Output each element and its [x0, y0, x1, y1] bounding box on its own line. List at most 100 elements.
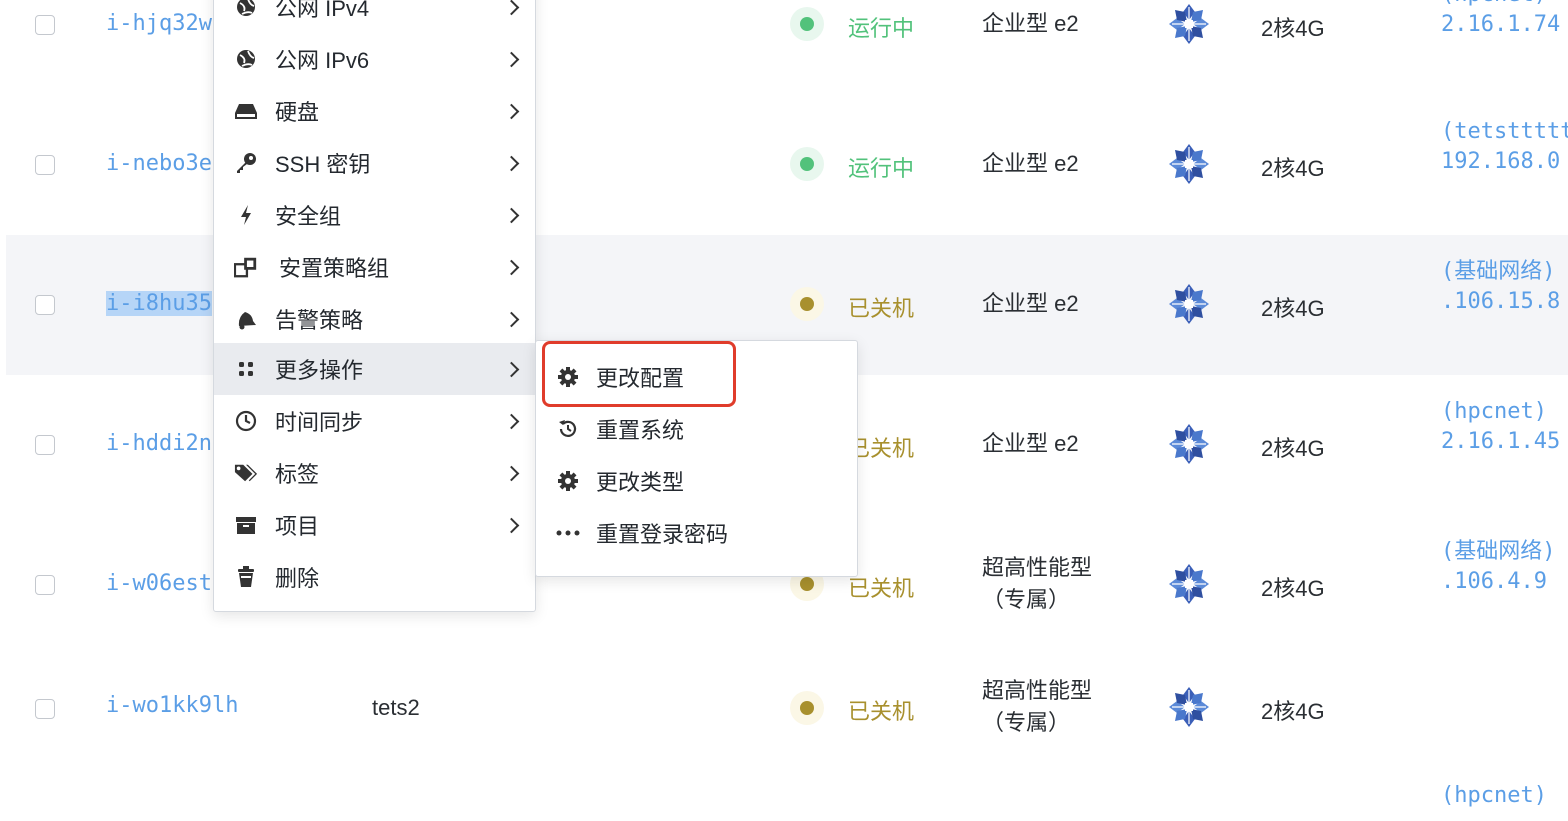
network-cell[interactable]: (基础网络) .106.4.9	[1441, 537, 1556, 597]
menu-item-label: 安置策略组	[279, 256, 390, 281]
chevron-right-icon	[503, 413, 520, 429]
trash-icon	[234, 565, 258, 589]
bell-icon	[234, 307, 258, 331]
status-text: 已关机	[848, 699, 915, 724]
table-row[interactable]: i-wo1kk9lh tets2 已关机 超高性能型 （专属） 2核4G	[6, 655, 1568, 762]
menu-item-tags[interactable]: 标签	[214, 447, 535, 499]
chevron-right-icon	[503, 51, 520, 67]
instance-type: 企业型 e2	[982, 291, 1079, 316]
row-checkbox[interactable]	[35, 15, 55, 35]
network-name[interactable]: (基础网络)	[1441, 257, 1560, 287]
instance-spec: 2核4G	[1261, 699, 1325, 724]
centos-icon	[1168, 143, 1210, 185]
network-cell[interactable]: (hpcnet) 2.16.1.45	[1441, 397, 1560, 457]
row-checkbox[interactable]	[35, 575, 55, 595]
instance-name[interactable]: tets2	[372, 695, 420, 721]
menu-item-label: 公网 IPv6	[275, 48, 370, 73]
menu-item-ssh-key[interactable]: SSH 密钥	[214, 137, 535, 189]
bolt-icon	[234, 203, 258, 227]
menu-item-label: 删除	[275, 566, 320, 591]
context-menu: 公网 IPv4 公网 IPv6 硬盘 SSH 密钥 安全组 安置策略组 告警策略…	[213, 0, 536, 612]
instance-id-link[interactable]: i-hddi2n	[106, 431, 212, 456]
network-cell[interactable]: (基础网络) .106.15.8	[1441, 257, 1560, 317]
network-cell[interactable]: (hpcnet) 2.16.1.74	[1441, 0, 1560, 40]
network-name[interactable]: (基础网络)	[1441, 537, 1556, 567]
row-checkbox[interactable]	[35, 435, 55, 455]
menu-item-public-ipv4[interactable]: 公网 IPv4	[214, 0, 535, 33]
chevron-right-icon	[503, 103, 520, 119]
network-ip: .106.15.8	[1441, 289, 1561, 314]
gear-icon	[556, 469, 580, 493]
instance-type-line2: （专属）	[982, 587, 1071, 612]
menu-item-label: 更改类型	[596, 470, 685, 495]
chevron-right-icon	[503, 207, 520, 223]
menu-item-label: 硬盘	[275, 100, 320, 125]
menu-item-label: SSH 密钥	[275, 152, 371, 177]
centos-icon	[1168, 563, 1210, 605]
disk-icon	[234, 99, 258, 123]
chevron-right-icon	[503, 0, 520, 15]
menu-item-project[interactable]: 项目	[214, 499, 535, 551]
instance-id-link[interactable]: i-hjq32w	[106, 11, 212, 36]
instance-type-line1: 超高性能型	[982, 555, 1093, 580]
instance-id-link[interactable]: i-w06est	[106, 571, 212, 596]
menu-item-security-group[interactable]: 安全组	[214, 189, 535, 241]
instance-type-line2: （专属）	[982, 710, 1071, 735]
instance-type: 企业型 e2	[982, 11, 1079, 36]
history-icon	[556, 417, 580, 441]
row-checkbox[interactable]	[35, 155, 55, 175]
instance-spec: 2核4G	[1261, 436, 1325, 461]
submenu-item-change-type[interactable]: 更改类型	[536, 455, 857, 507]
instance-spec: 2核4G	[1261, 156, 1325, 181]
menu-item-label: 更多操作	[275, 358, 364, 383]
instance-spec: 2核4G	[1261, 16, 1325, 41]
menu-item-public-ipv6[interactable]: 公网 IPv6	[214, 33, 535, 85]
chevron-right-icon	[503, 259, 520, 275]
menu-item-more-actions[interactable]: 更多操作	[214, 343, 535, 395]
network-name[interactable]: (tetsttttt	[1441, 117, 1568, 147]
submenu-item-reset-password[interactable]: 重置登录密码	[536, 507, 857, 559]
instance-type: 企业型 e2	[982, 431, 1079, 456]
menu-item-label: 重置系统	[596, 418, 685, 443]
menu-item-delete[interactable]: 删除	[214, 551, 535, 603]
status-text: 运行中	[848, 16, 915, 41]
network-name[interactable]: (hpcnet)	[1441, 781, 1547, 811]
instance-type: 超高性能型 （专属）	[982, 675, 1092, 739]
clock-icon	[234, 409, 258, 433]
menu-item-label: 安全组	[275, 204, 342, 229]
chevron-right-icon	[503, 465, 520, 481]
status-dot	[790, 147, 824, 181]
archive-icon	[234, 513, 258, 537]
network-ip: 2.16.1.74	[1441, 12, 1561, 37]
network-ip: 192.168.0	[1441, 149, 1561, 174]
chevron-right-icon	[503, 311, 520, 327]
key-icon	[234, 151, 258, 175]
network-cell[interactable]: (tetsttttt 192.168.0	[1441, 117, 1568, 177]
instance-id-text[interactable]: i-i8hu35	[106, 291, 212, 316]
status-text: 已关机	[848, 296, 915, 321]
network-name[interactable]: (hpcnet)	[1441, 0, 1560, 10]
centos-icon	[1168, 3, 1210, 45]
row-checkbox[interactable]	[35, 699, 55, 719]
menu-item-label: 时间同步	[275, 410, 364, 435]
instance-id-link[interactable]: i-nebo3e	[106, 151, 212, 176]
chevron-right-icon	[503, 517, 520, 533]
submenu-item-reset-system[interactable]: 重置系统	[536, 403, 857, 455]
menu-item-disk[interactable]: 硬盘	[214, 85, 535, 137]
menu-item-time-sync[interactable]: 时间同步	[214, 395, 535, 447]
status-text: 运行中	[848, 156, 915, 181]
menu-item-alarm-policy[interactable]: 告警策略	[214, 293, 535, 345]
row-checkbox[interactable]	[35, 295, 55, 315]
instance-id-link[interactable]: i-i8hu35	[106, 291, 212, 316]
menu-item-placement-group[interactable]: 安置策略组	[214, 241, 535, 293]
status-dot	[790, 287, 824, 321]
globe-icon	[234, 47, 258, 71]
instance-type-line1: 超高性能型	[982, 678, 1093, 703]
menu-item-label: 公网 IPv4	[275, 0, 370, 21]
network-name[interactable]: (hpcnet)	[1441, 397, 1560, 427]
table-row[interactable]: (hpcnet)	[6, 761, 1568, 821]
instance-id-link[interactable]: i-wo1kk9lh	[106, 693, 238, 718]
globe-icon	[234, 0, 258, 19]
network-cell[interactable]: (hpcnet)	[1441, 781, 1547, 811]
status-dot	[790, 691, 824, 725]
